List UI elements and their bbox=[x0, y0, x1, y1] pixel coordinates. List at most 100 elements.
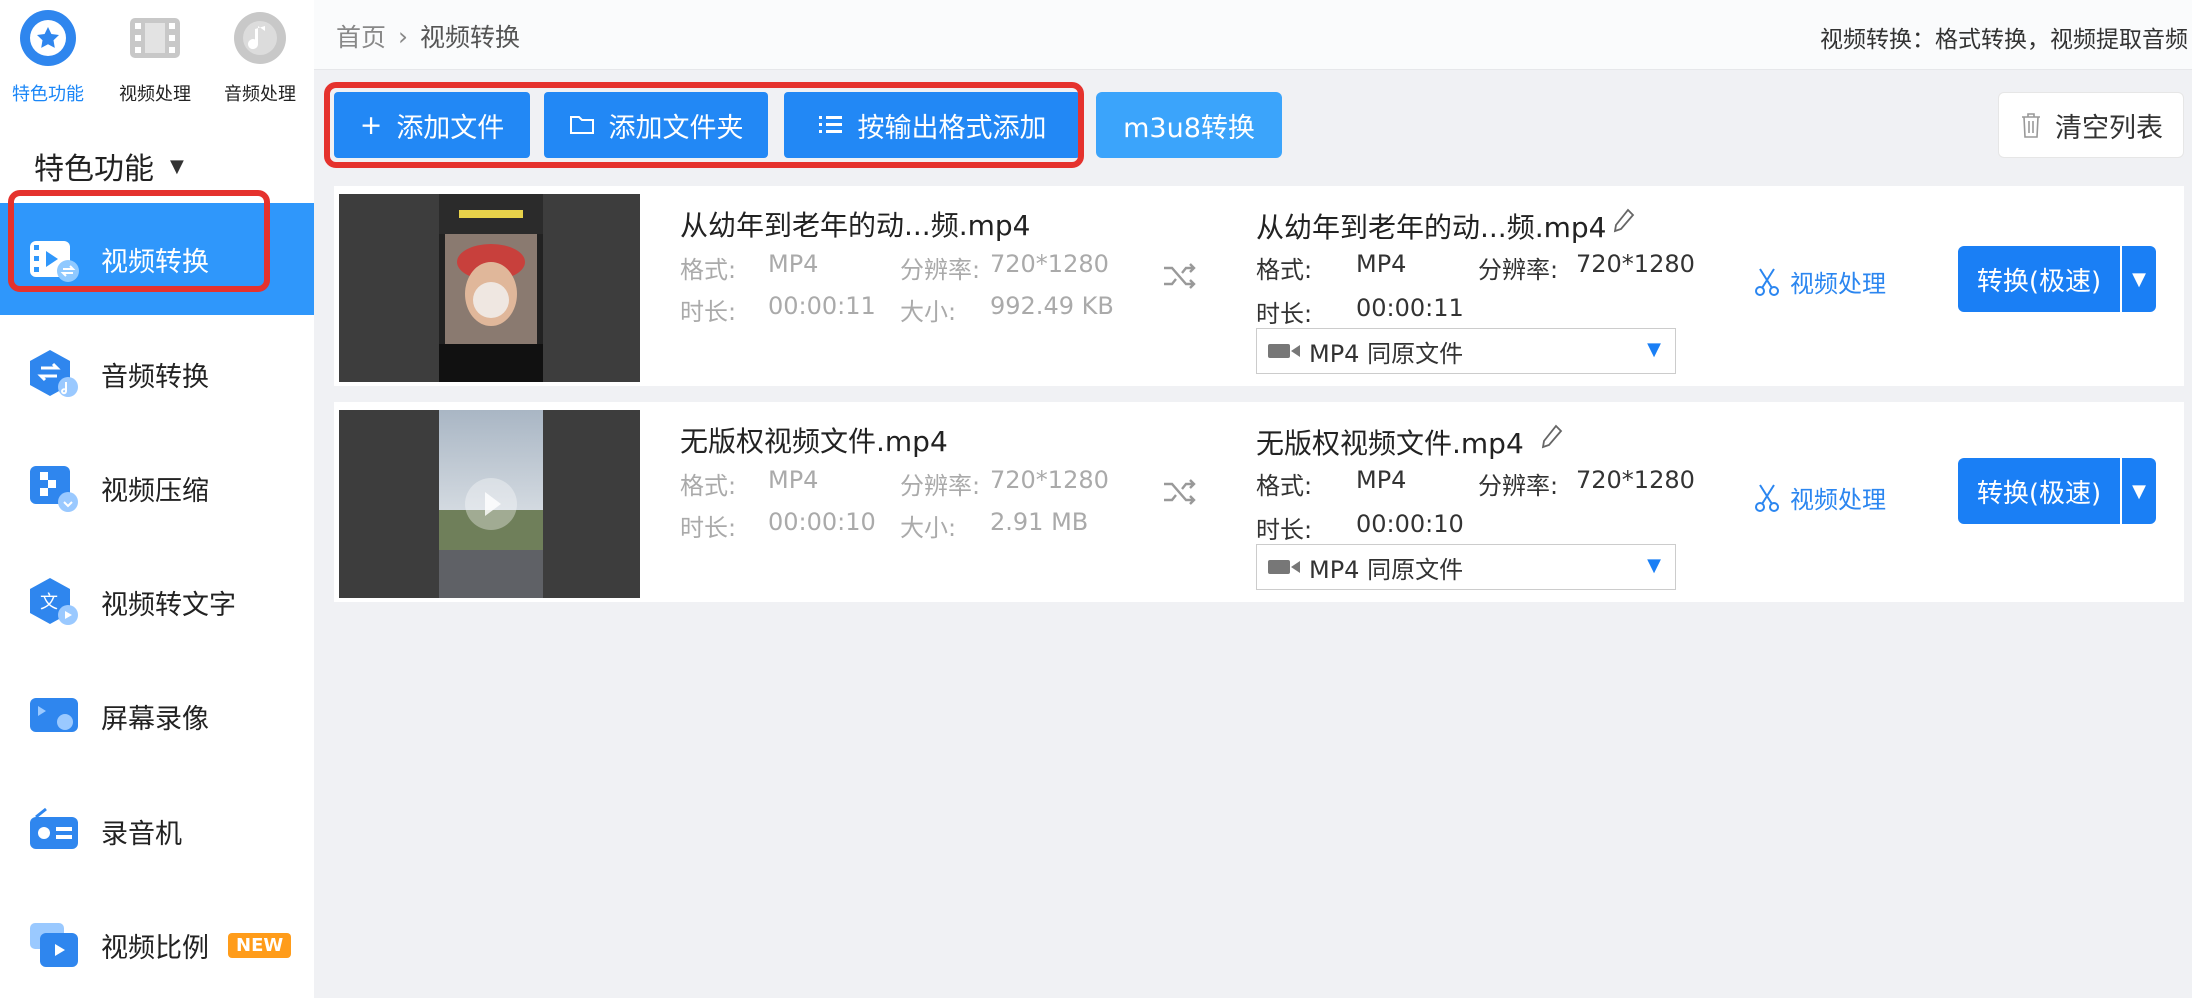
video-convert-icon bbox=[30, 241, 79, 282]
resolution-value: 720*1280 bbox=[990, 250, 1109, 278]
output-format-value: MP4 bbox=[1356, 466, 1407, 494]
output-resolution-value: 720*1280 bbox=[1576, 250, 1695, 278]
output-duration-value: 00:00:10 bbox=[1356, 510, 1464, 538]
video-camera-icon bbox=[1268, 344, 1300, 358]
file-row: 无版权视频文件.mp4 格式: MP4 分辨率: 720*1280 时长: 00… bbox=[334, 402, 2184, 602]
video-frame-image bbox=[439, 410, 543, 598]
sidebar-item-audio-convert[interactable]: 音频转换 bbox=[0, 318, 314, 430]
star-icon bbox=[20, 10, 76, 66]
list-icon bbox=[818, 116, 842, 133]
video-process-link[interactable]: 视频处理 bbox=[1754, 480, 1886, 515]
edit-icon[interactable] bbox=[1612, 208, 1636, 234]
output-resolution-value: 720*1280 bbox=[1576, 466, 1695, 494]
duration-label: 时长: bbox=[680, 514, 737, 542]
resolution-label: 分辨率: bbox=[900, 256, 981, 284]
size-value: 2.91 MB bbox=[990, 508, 1089, 536]
tab-label: 特色功能 bbox=[12, 84, 84, 105]
add-folder-label: 添加文件夹 bbox=[608, 112, 744, 144]
breadcrumb-home[interactable]: 首页 bbox=[336, 18, 386, 54]
output-duration-value: 00:00:11 bbox=[1356, 294, 1464, 322]
add-file-button[interactable]: + 添加文件 bbox=[334, 92, 530, 158]
sidebar-item-video-compress[interactable]: 视频压缩 bbox=[0, 432, 314, 544]
sidebar-item-label: 音频转换 bbox=[101, 361, 209, 393]
tab-special-features[interactable]: 特色功能 bbox=[0, 10, 100, 106]
convert-options-dropdown[interactable]: ▼ bbox=[2122, 458, 2156, 524]
add-by-format-button[interactable]: 按输出格式添加 bbox=[784, 92, 1080, 158]
breadcrumb: 首页 › 视频转换 bbox=[336, 18, 520, 54]
sidebar-item-video-convert[interactable]: 视频转换 bbox=[0, 203, 314, 315]
sidebar-item-label: 视频比例 bbox=[101, 932, 209, 964]
output-duration-label: 时长: bbox=[1256, 516, 1313, 544]
sidebar-item-label: 录音机 bbox=[101, 818, 182, 850]
video-process-label: 视频处理 bbox=[1790, 486, 1886, 514]
folder-icon bbox=[569, 116, 594, 134]
sidebar-item-recorder[interactable]: 录音机 bbox=[0, 775, 314, 887]
caret-down-icon: ▼ bbox=[170, 155, 184, 177]
video-thumbnail[interactable] bbox=[339, 194, 640, 382]
duration-value: 00:00:11 bbox=[768, 292, 876, 320]
format-value: MP4 bbox=[768, 466, 819, 494]
file-name: 从幼年到老年的动...频.mp4 bbox=[680, 209, 1031, 242]
video-to-text-icon: 文 bbox=[30, 578, 78, 625]
m3u8-convert-button[interactable]: m3u8转换 bbox=[1096, 92, 1282, 158]
output-format-option: MP4 同原文件 bbox=[1309, 339, 1464, 368]
scissors-icon bbox=[1755, 267, 1779, 296]
convert-options-dropdown[interactable]: ▼ bbox=[2122, 246, 2156, 312]
video-camera-icon bbox=[1268, 560, 1300, 574]
screen-record-icon bbox=[30, 698, 78, 732]
output-format-label: 格式: bbox=[1256, 256, 1313, 284]
top-tabs: 特色功能 视频处理 音频处理 bbox=[0, 0, 314, 112]
add-folder-button[interactable]: 添加文件夹 bbox=[544, 92, 768, 158]
video-thumbnail[interactable] bbox=[339, 410, 640, 598]
output-file-name: 从幼年到老年的动...频.mp4 bbox=[1256, 211, 1607, 244]
tab-label: 音频处理 bbox=[224, 84, 296, 105]
page-description: 视频转换：格式转换，视频提取音频 bbox=[1820, 27, 2188, 53]
convert-button[interactable]: 转换(极速) bbox=[1958, 458, 2120, 524]
shuffle-icon bbox=[1164, 263, 1196, 289]
convert-button[interactable]: 转换(极速) bbox=[1958, 246, 2120, 312]
add-by-format-label: 按输出格式添加 bbox=[857, 112, 1047, 144]
category-dropdown[interactable]: 特色功能 ▼ bbox=[34, 144, 184, 188]
sidebar-item-label: 视频转文字 bbox=[101, 589, 236, 621]
sidebar-item-label: 视频压缩 bbox=[101, 475, 209, 507]
edit-icon[interactable] bbox=[1540, 424, 1564, 450]
resolution-value: 720*1280 bbox=[990, 466, 1109, 494]
file-row: 从幼年到老年的动...频.mp4 格式: MP4 分辨率: 720*1280 时… bbox=[334, 186, 2184, 386]
video-compress-icon bbox=[30, 466, 78, 512]
video-frame-image bbox=[439, 194, 543, 382]
scissors-icon bbox=[1755, 483, 1779, 512]
video-ratio-icon bbox=[30, 923, 78, 967]
output-format-select[interactable]: MP4 同原文件 ▼ bbox=[1256, 544, 1676, 590]
output-resolution-label: 分辨率: bbox=[1478, 256, 1559, 284]
tab-label: 视频处理 bbox=[119, 84, 191, 105]
m3u8-label: m3u8转换 bbox=[1123, 112, 1255, 144]
tab-video-processing[interactable]: 视频处理 bbox=[103, 10, 207, 106]
sidebar-item-label: 屏幕录像 bbox=[101, 703, 209, 735]
tab-audio-processing[interactable]: 音频处理 bbox=[208, 10, 312, 106]
caret-down-icon: ▼ bbox=[2132, 268, 2146, 290]
sidebar-item-video-ratio[interactable]: 视频比例 NEW bbox=[0, 889, 314, 998]
format-label: 格式: bbox=[680, 472, 737, 500]
duration-label: 时长: bbox=[680, 298, 737, 326]
video-process-label: 视频处理 bbox=[1790, 270, 1886, 298]
add-file-label: 添加文件 bbox=[396, 112, 505, 144]
sidebar: 特色功能 视频处理 音频处理 特色功能 ▼ 视频转换 音频转换 视频压缩 文 视… bbox=[0, 0, 314, 998]
new-badge: NEW bbox=[228, 933, 292, 958]
breadcrumb-current: 视频转换 bbox=[420, 23, 521, 52]
resolution-label: 分辨率: bbox=[900, 472, 981, 500]
sidebar-item-screen-record[interactable]: 屏幕录像 bbox=[0, 660, 314, 772]
format-value: MP4 bbox=[768, 250, 819, 278]
trash-icon bbox=[2022, 113, 2040, 138]
sidebar-item-video-to-text[interactable]: 文 视频转文字 bbox=[0, 546, 314, 658]
output-format-select[interactable]: MP4 同原文件 ▼ bbox=[1256, 328, 1676, 374]
svg-text:文: 文 bbox=[40, 592, 58, 613]
plus-icon: + bbox=[359, 109, 383, 141]
size-value: 992.49 KB bbox=[990, 292, 1114, 320]
output-format-label: 格式: bbox=[1256, 472, 1313, 500]
clear-list-button[interactable]: 清空列表 bbox=[1998, 92, 2184, 158]
size-label: 大小: bbox=[900, 514, 957, 542]
clear-list-label: 清空列表 bbox=[2055, 112, 2163, 144]
output-format-value: MP4 bbox=[1356, 250, 1407, 278]
output-format-option: MP4 同原文件 bbox=[1309, 555, 1464, 584]
video-process-link[interactable]: 视频处理 bbox=[1754, 264, 1886, 299]
